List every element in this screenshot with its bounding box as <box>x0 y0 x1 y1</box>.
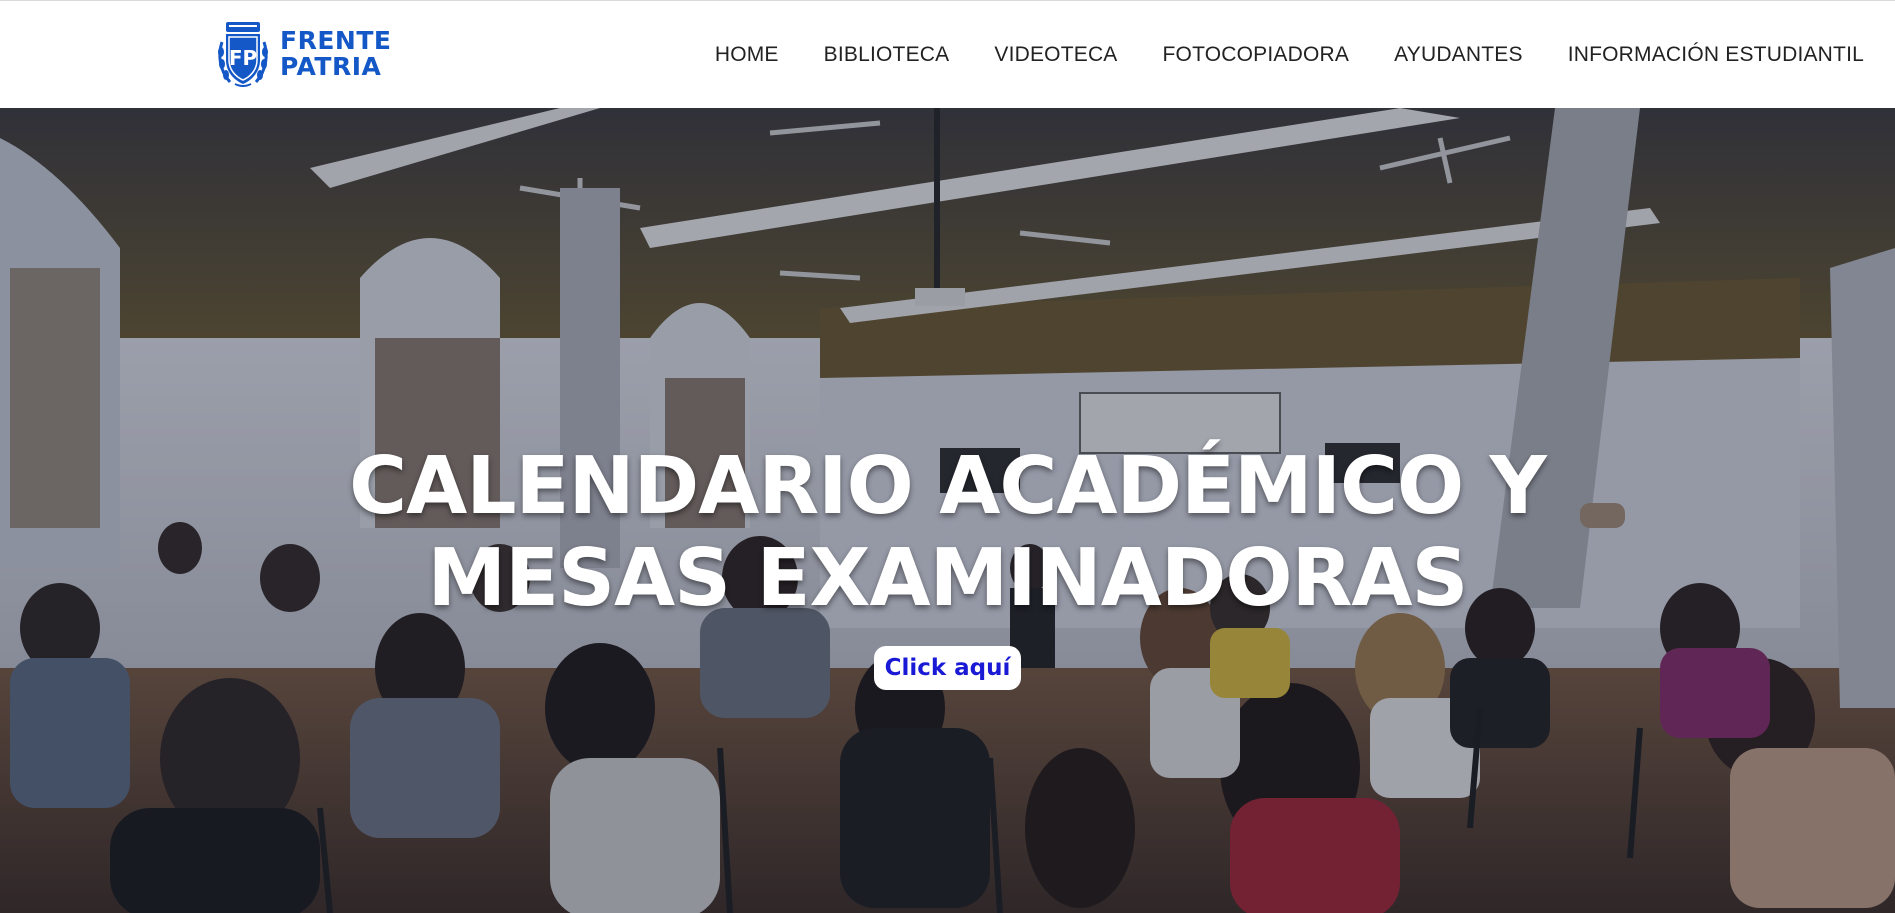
nav-ayudantes[interactable]: AYUDANTES <box>1394 43 1523 67</box>
hero-title: CALENDARIO ACADÉMICO Y MESAS EXAMINADORA… <box>0 440 1895 624</box>
nav-fotocopiadora[interactable]: FOTOCOPIADORA <box>1163 43 1350 67</box>
hero-section: CALENDARIO ACADÉMICO Y MESAS EXAMINADORA… <box>0 108 1895 913</box>
nav-informacion-estudiantil[interactable]: INFORMACIÓN ESTUDIANTIL <box>1568 43 1864 67</box>
hero-title-line2: MESAS EXAMINADORAS <box>427 532 1469 624</box>
site-header: FP FRENTE PATRIA HOME BIBLIOTECA VIDEOTE… <box>0 0 1895 108</box>
nav-videoteca[interactable]: VIDEOTECA <box>994 43 1117 67</box>
nav-biblioteca[interactable]: BIBLIOTECA <box>824 43 950 67</box>
nav-home[interactable]: HOME <box>715 43 779 67</box>
click-here-button[interactable]: Click aquí <box>873 646 1022 690</box>
brand-name: FRENTE PATRIA <box>280 28 391 80</box>
brand-name-line1: FRENTE <box>280 26 392 55</box>
site-logo[interactable]: FP FRENTE PATRIA <box>216 19 391 89</box>
svg-text:FP: FP <box>229 46 257 70</box>
hero-title-line1: CALENDARIO ACADÉMICO Y <box>349 440 1547 532</box>
shield-logo-icon: FP <box>218 22 268 87</box>
brand-name-line2: PATRIA <box>280 52 382 81</box>
hero-content: CALENDARIO ACADÉMICO Y MESAS EXAMINADORA… <box>0 440 1895 690</box>
main-nav: HOME BIBLIOTECA VIDEOTECA FOTOCOPIADORA … <box>715 1 1864 109</box>
